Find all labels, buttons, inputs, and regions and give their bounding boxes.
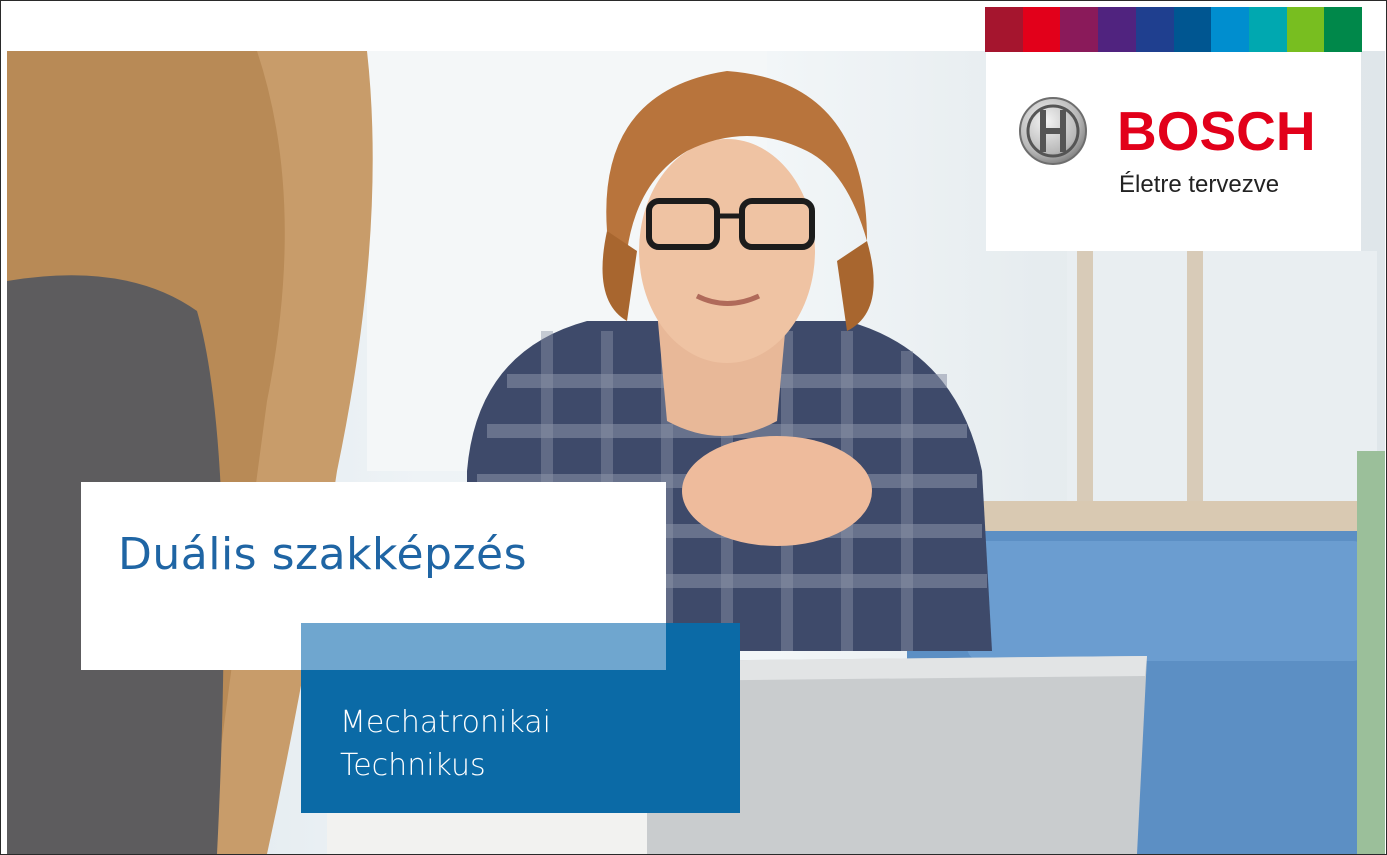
banner: BOSCH Életre tervezve Duális szakképzés … <box>0 0 1387 855</box>
brand-wordmark: BOSCH <box>1117 100 1316 162</box>
brand-tagline: Életre tervezve <box>1119 171 1280 198</box>
subtitle-line-1: Mechatronikai <box>340 705 551 740</box>
bosch-armature-icon <box>1019 97 1087 165</box>
brand-color-stripe <box>985 7 1363 52</box>
headline-subtitle: Mechatronikai Technikus <box>340 701 551 787</box>
headline-title: Duális szakképzés <box>118 529 528 580</box>
panel-overlap <box>301 623 666 670</box>
subtitle-line-2: Technikus <box>340 748 486 783</box>
